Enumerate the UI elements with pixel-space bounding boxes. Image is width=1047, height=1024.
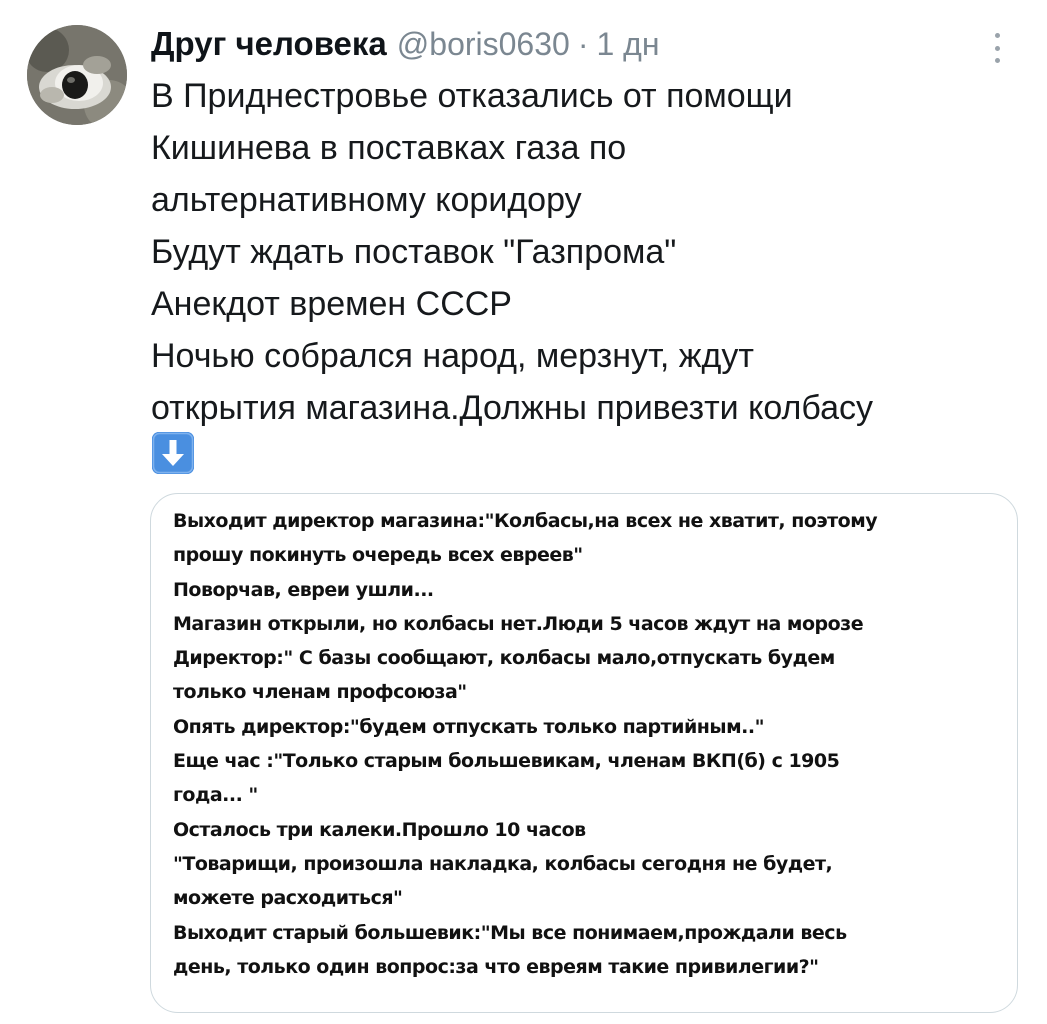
avatar[interactable] [27, 25, 127, 125]
down-arrow-emoji-icon [152, 432, 194, 474]
tweet-header: Друг человека @boris0630 · 1 дн [151, 22, 660, 66]
media-text-line: Еще час :"Только старым большевикам, чле… [173, 750, 840, 773]
tweet-text: В Приднестровье отказались от помощи Киш… [151, 70, 1031, 434]
author-name[interactable]: Друг человека [151, 25, 387, 63]
media-text-line: Выходит директор магазина:"Колбасы,на вс… [173, 510, 878, 532]
media-text-line: Осталось три калеки.Прошло 10 часов [173, 818, 586, 841]
media-image[interactable]: Выходит директор магазина:"Колбасы,на вс… [150, 493, 1018, 1013]
media-text-line: только членам профсоюза" [173, 681, 467, 704]
more-vertical-icon[interactable] [987, 33, 1007, 63]
media-text-line: день, только один вопрос:за что евреям т… [173, 955, 819, 978]
tweet-text-line: открытия магазина.Должны привезти колбас… [151, 389, 873, 427]
media-text-line: прошу покинуть очередь всех евреев" [173, 544, 583, 567]
timestamp[interactable]: 1 дн [596, 26, 659, 63]
tweet-text-line: Будут ждать поставок "Газпрома" [151, 233, 677, 271]
media-text-line: Опять директор:"будем отпускать только п… [173, 715, 764, 738]
tweet[interactable]: Друг человека @boris0630 · 1 дн В Придне… [0, 0, 1047, 1024]
tweet-text-line: Кишинева в поставках газа по [151, 129, 627, 167]
media-image-text: Выходит директор магазина:"Колбасы,на вс… [173, 504, 1013, 984]
media-text-line: Поворчав, евреи ушли... [173, 578, 434, 601]
media-text-line: Выходит старый большевик:"Мы все понимае… [173, 921, 847, 944]
tweet-text-line: Анекдот времен СССР [151, 285, 512, 323]
separator-dot: · [577, 25, 589, 62]
media-text-line: Магазин открыли, но колбасы нет.Люди 5 ч… [173, 612, 864, 635]
media-text-line: Директор:" С базы сообщают, колбасы мало… [173, 647, 835, 670]
tweet-text-line: Ночью собрался народ, мерзнут, ждут [151, 337, 754, 375]
tweet-text-line: В Приднестровье отказались от помощи [151, 77, 793, 115]
media-text-line: года... " [173, 784, 258, 807]
tweet-text-line: альтернативному коридору [151, 181, 582, 219]
media-text-line: можете расходиться" [173, 887, 403, 910]
media-text-line: "Товарищи, произошла накладка, колбасы с… [173, 852, 833, 875]
dog-photo-icon [27, 25, 127, 125]
author-handle[interactable]: @boris0630 [397, 26, 570, 63]
